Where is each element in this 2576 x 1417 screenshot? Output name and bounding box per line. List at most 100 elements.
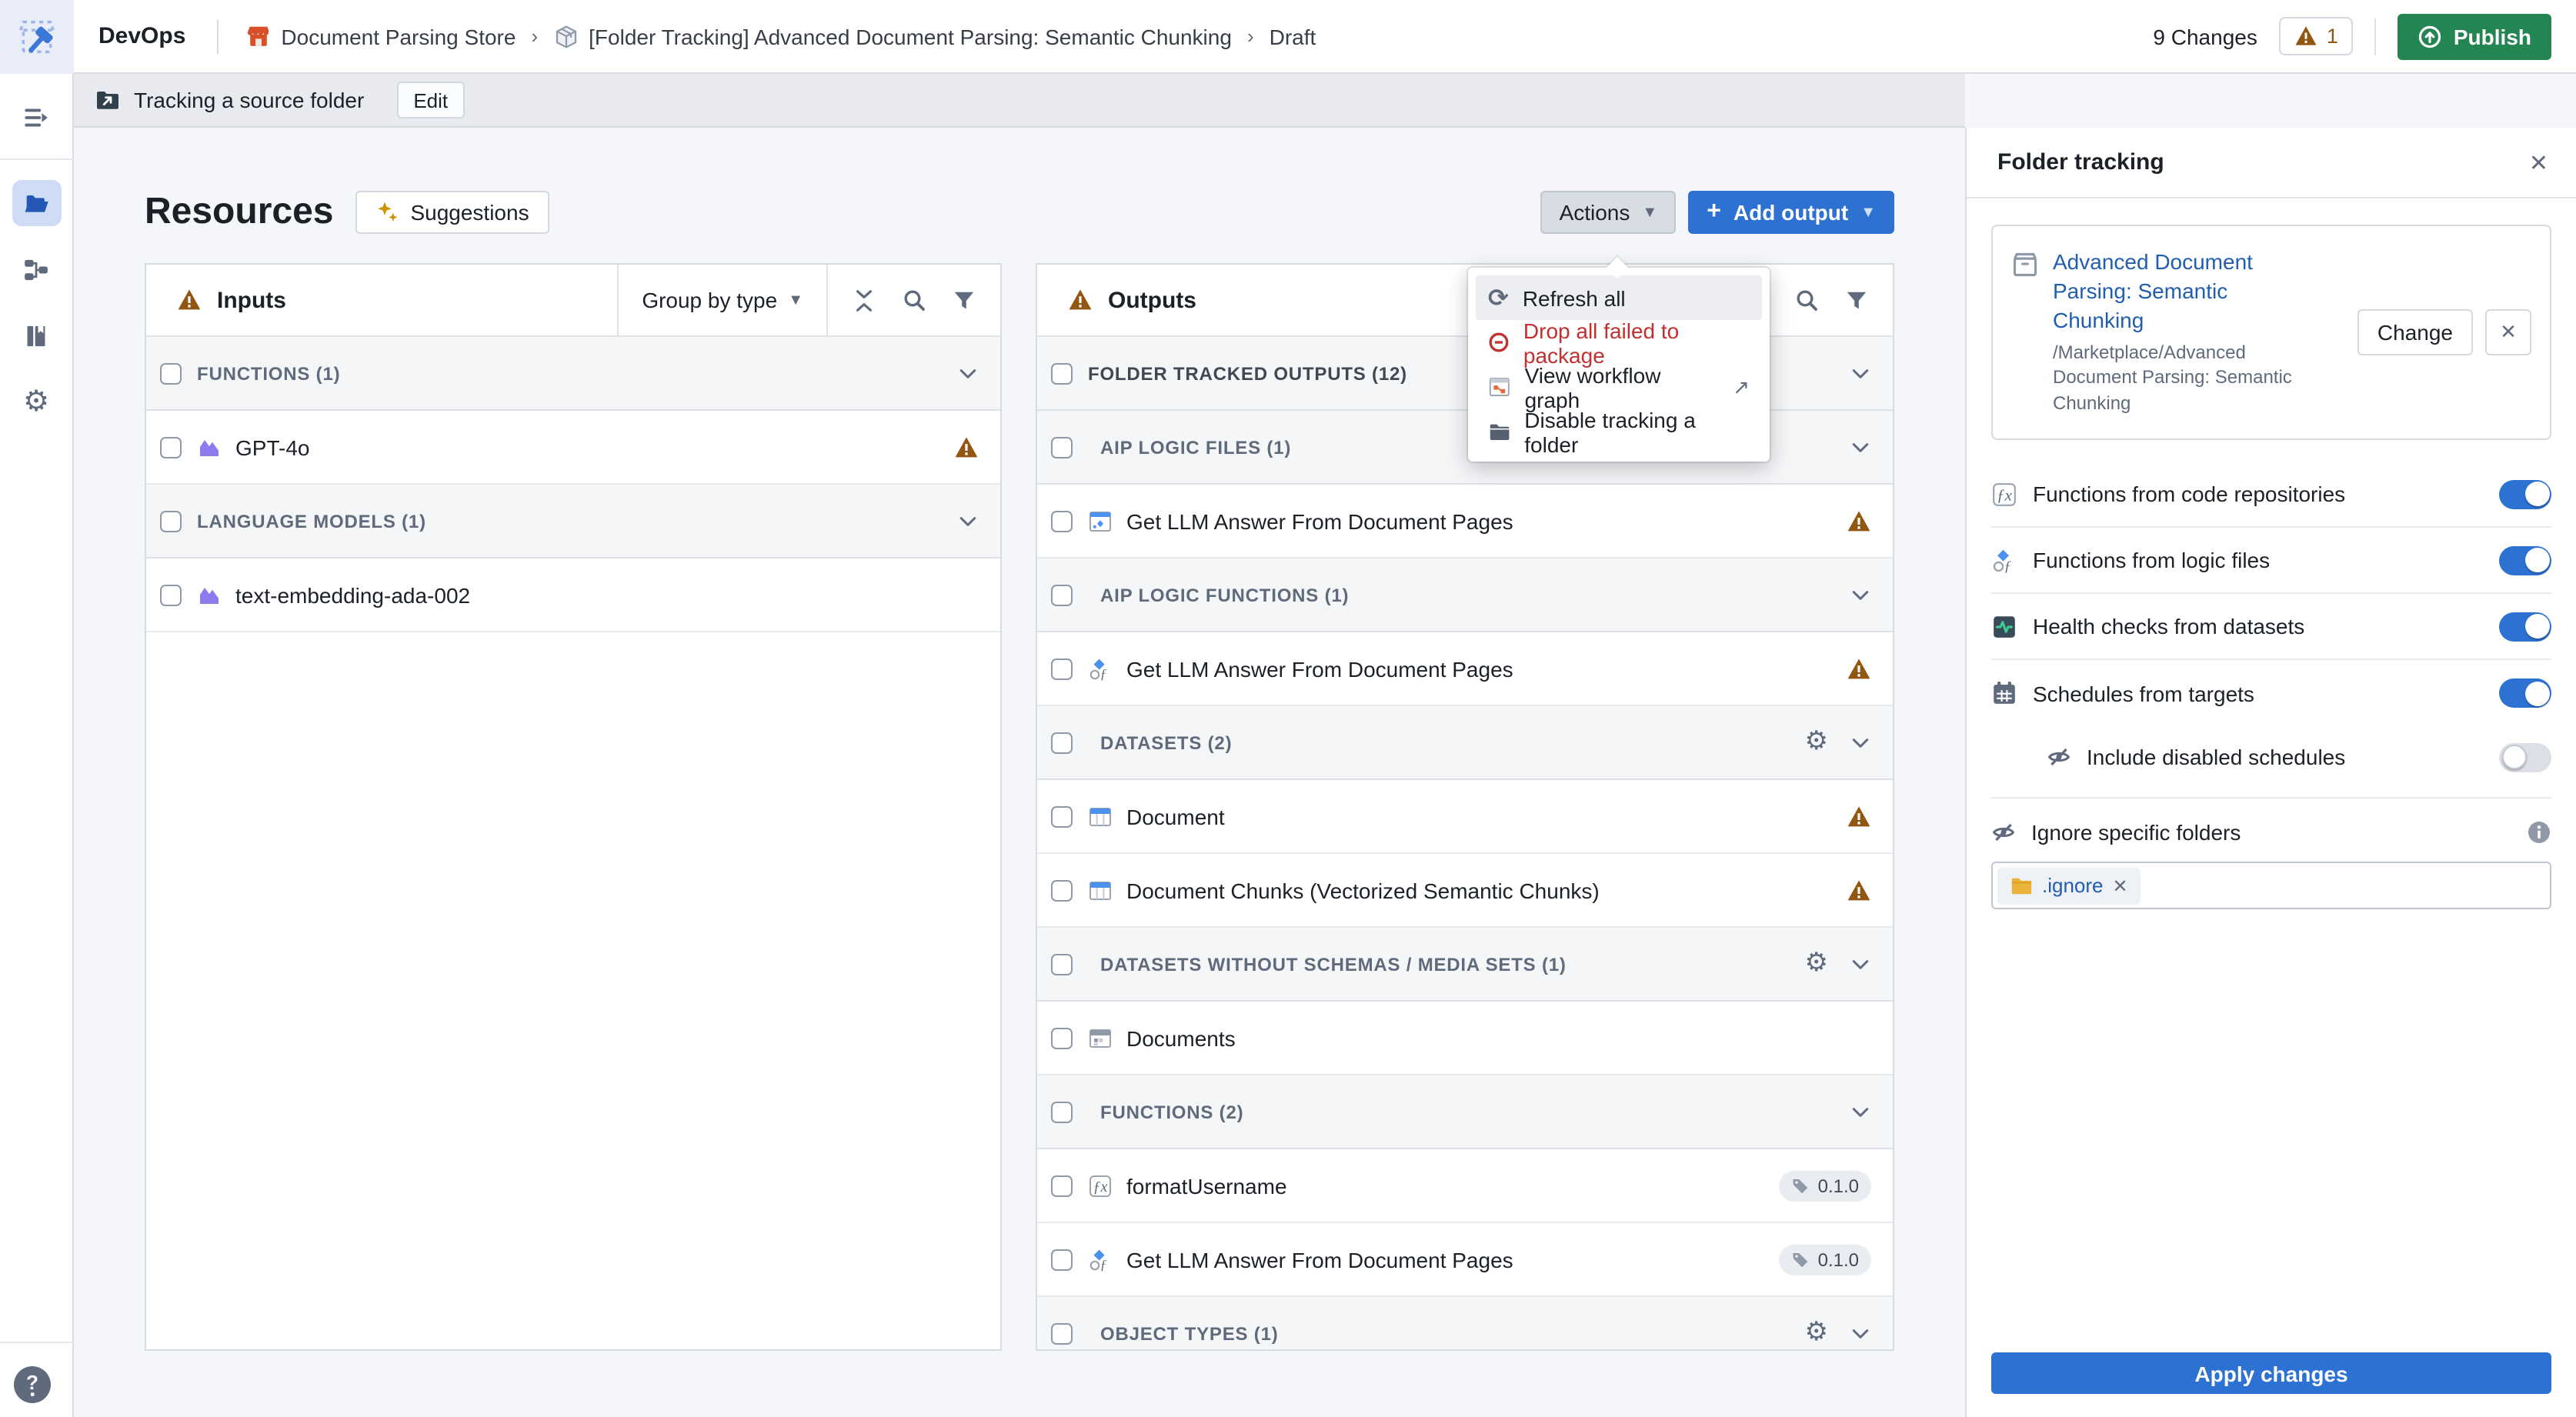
resource-row[interactable]: Document <box>1037 780 1893 854</box>
resource-row[interactable]: GPT-4o <box>146 411 1000 485</box>
row-checkbox[interactable] <box>1051 1322 1073 1344</box>
chevron-down-icon[interactable] <box>1850 1322 1871 1344</box>
chevron-down-icon[interactable] <box>957 362 979 384</box>
collapse-all-button[interactable] <box>853 288 876 312</box>
resource-row[interactable]: text-embedding-ada-002 <box>146 558 1000 632</box>
group-row[interactable]: DATASETS (2) ⚙ <box>1037 706 1893 780</box>
chevron-down-icon[interactable] <box>1850 953 1871 975</box>
main-content: Tracking a source folder Edit Resources … <box>74 74 1965 1417</box>
eye-off-icon <box>2047 745 2071 769</box>
gear-icon[interactable]: ⚙ <box>1805 729 1829 755</box>
language-model-icon <box>197 435 222 459</box>
row-checkbox[interactable] <box>160 362 182 384</box>
row-checkbox[interactable] <box>1051 879 1073 901</box>
resource-row[interactable]: ƒ Get LLM Answer From Document Pages 0.1… <box>1037 1223 1893 1297</box>
publish-button[interactable]: Publish <box>2398 13 2551 59</box>
package-link[interactable]: Advanced Document Parsing: Semantic Chun… <box>2053 248 2296 335</box>
row-checkbox[interactable] <box>1051 732 1073 753</box>
hammer-store-logo-icon <box>14 13 60 59</box>
chevron-down-icon[interactable] <box>1850 436 1871 458</box>
group-row[interactable]: OBJECT TYPES (1) ⚙ <box>1037 1297 1893 1351</box>
row-checkbox[interactable] <box>1051 805 1073 827</box>
chevron-down-icon[interactable] <box>1850 584 1871 605</box>
function-icon: ƒx <box>1088 1173 1113 1198</box>
store-icon <box>245 24 270 48</box>
chevron-down-icon[interactable] <box>1850 362 1871 384</box>
help-button[interactable]: ? <box>12 1365 52 1405</box>
row-checkbox[interactable] <box>1051 658 1073 679</box>
change-button[interactable]: Change <box>2357 309 2473 355</box>
toggle-functions-code-repos[interactable] <box>2499 479 2551 508</box>
apply-changes-button[interactable]: Apply changes <box>1991 1352 2551 1394</box>
search-button[interactable] <box>1794 288 1819 312</box>
filter-button[interactable] <box>953 288 976 312</box>
app-logo[interactable] <box>0 0 74 73</box>
menu-item-view-workflow-graph[interactable]: View workflow graph ↗ <box>1476 365 1762 409</box>
filter-button[interactable] <box>1845 288 1868 312</box>
row-checkbox[interactable] <box>160 510 182 532</box>
menu-open-icon <box>23 104 49 130</box>
code-function-icon: ƒx <box>1991 481 2017 507</box>
edit-button[interactable]: Edit <box>396 82 465 118</box>
sidebar-item-files[interactable] <box>12 180 61 226</box>
toggle-schedules[interactable] <box>2499 678 2551 708</box>
resource-row[interactable]: ƒx formatUsername 0.1.0 <box>1037 1149 1893 1223</box>
gear-icon[interactable]: ⚙ <box>1805 1320 1829 1346</box>
inputs-title: Inputs <box>217 287 286 313</box>
ignored-folder-chip[interactable]: .ignore ✕ <box>1997 867 2141 904</box>
warning-badge[interactable]: 1 <box>2279 17 2354 55</box>
sidebar-item-library[interactable] <box>12 312 61 358</box>
row-checkbox[interactable] <box>1051 510 1073 532</box>
sidebar-bottom-divider <box>0 1342 74 1343</box>
add-output-button[interactable]: + Add output ▼ <box>1688 191 1894 234</box>
sidebar-item-workflow[interactable] <box>12 246 61 292</box>
breadcrumb-draft[interactable]: Draft <box>1270 24 1316 48</box>
breadcrumb-store[interactable]: Document Parsing Store <box>245 24 516 48</box>
group-row[interactable]: AIP LOGIC FUNCTIONS (1) <box>1037 558 1893 632</box>
search-button[interactable] <box>902 288 926 312</box>
toggle-include-disabled-schedules[interactable] <box>2499 742 2551 772</box>
row-checkbox[interactable] <box>1051 1101 1073 1122</box>
ignore-folders-input[interactable]: .ignore ✕ <box>1991 862 2551 909</box>
toggle-health-checks[interactable] <box>2499 612 2551 641</box>
chevron-down-icon[interactable] <box>957 510 979 532</box>
warning-icon <box>1068 288 1093 312</box>
resource-row[interactable]: Document Chunks (Vectorized Semantic Chu… <box>1037 854 1893 928</box>
menu-item-disable-tracking[interactable]: Disable tracking a folder <box>1476 409 1762 454</box>
sidebar-item-settings[interactable]: ⚙ <box>12 378 61 425</box>
toggle-functions-logic-files[interactable] <box>2499 545 2551 575</box>
chevron-down-icon[interactable] <box>1850 1101 1871 1122</box>
group-by-dropdown[interactable]: Group by type ▼ <box>617 265 826 335</box>
remove-chip-icon[interactable]: ✕ <box>2113 875 2128 896</box>
remove-package-button[interactable]: ✕ <box>2485 309 2531 355</box>
actions-button[interactable]: Actions ▼ <box>1541 191 1677 234</box>
row-checkbox[interactable] <box>1051 362 1073 384</box>
group-row[interactable]: FUNCTIONS (1) <box>146 337 1000 411</box>
sidebar-menu-button[interactable] <box>12 94 61 140</box>
menu-item-refresh-all[interactable]: ⟳ Refresh all <box>1476 275 1762 320</box>
row-checkbox[interactable] <box>160 584 182 605</box>
row-checkbox[interactable] <box>1051 584 1073 605</box>
suggestions-button[interactable]: Suggestions <box>355 191 549 234</box>
row-checkbox[interactable] <box>1051 1249 1073 1270</box>
refresh-icon: ⟳ <box>1488 283 1509 312</box>
row-checkbox[interactable] <box>1051 1175 1073 1196</box>
row-checkbox[interactable] <box>160 436 182 458</box>
row-checkbox[interactable] <box>1051 953 1073 975</box>
help-icon: ? <box>12 1365 52 1405</box>
group-row[interactable]: DATASETS WITHOUT SCHEMAS / MEDIA SETS (1… <box>1037 928 1893 1002</box>
resource-row[interactable]: Get LLM Answer From Document Pages <box>1037 485 1893 558</box>
group-row[interactable]: FUNCTIONS (2) <box>1037 1075 1893 1149</box>
chevron-down-icon[interactable] <box>1850 732 1871 753</box>
breadcrumb-package[interactable]: [Folder Tracking] Advanced Document Pars… <box>553 24 1232 48</box>
changes-count[interactable]: 9 Changes <box>2153 24 2257 48</box>
gear-icon[interactable]: ⚙ <box>1805 951 1829 977</box>
group-row[interactable]: LANGUAGE MODELS (1) <box>146 485 1000 558</box>
row-checkbox[interactable] <box>1051 436 1073 458</box>
row-checkbox[interactable] <box>1051 1027 1073 1049</box>
info-icon[interactable] <box>2527 820 2551 845</box>
resource-row[interactable]: ƒ Get LLM Answer From Document Pages <box>1037 632 1893 706</box>
menu-item-drop-all-failed[interactable]: Drop all failed to package <box>1476 320 1762 365</box>
close-icon[interactable]: ✕ <box>2529 148 2548 176</box>
resource-row[interactable]: Documents <box>1037 1002 1893 1075</box>
